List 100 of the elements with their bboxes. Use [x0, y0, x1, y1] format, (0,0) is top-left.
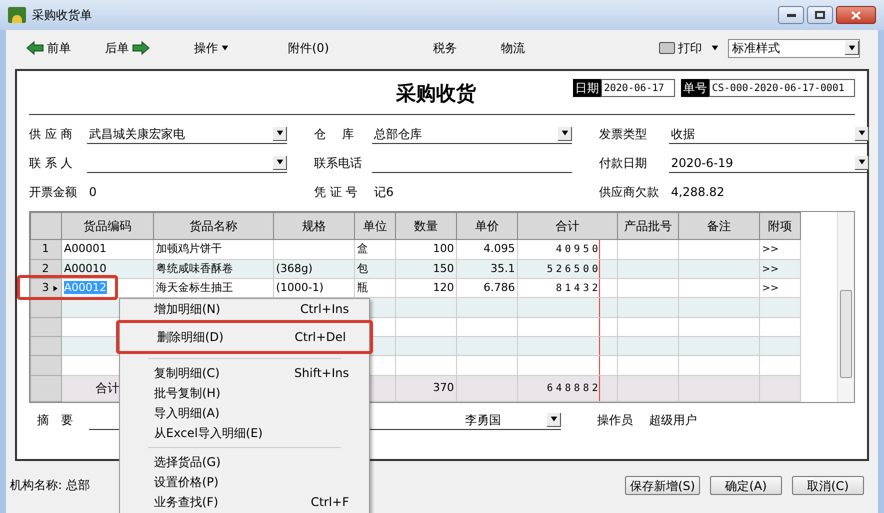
table-cell: 粤统咸味香酥卷 — [156, 262, 233, 275]
toolbar-button[interactable]: 前单 — [24, 36, 73, 60]
field-label: 供 应 商 — [29, 126, 74, 143]
caret-icon — [221, 44, 229, 52]
menu-item[interactable]: 复制明细(C) Shift+Ins — [120, 363, 369, 383]
table-cell-text: 81432 — [556, 282, 602, 294]
row-header[interactable]: 3 — [30, 278, 62, 298]
dropdown-button[interactable] — [273, 126, 287, 140]
dropdown-button[interactable] — [855, 126, 869, 140]
dropdown-arrow-icon — [848, 44, 856, 52]
table-cell: 35.1 — [490, 262, 515, 275]
combo-value: 2020-6-19 — [670, 154, 734, 172]
table-cell: 4.095 — [484, 242, 515, 256]
dropdown-button[interactable] — [845, 41, 859, 55]
window-title: 采购收货单 — [32, 7, 92, 24]
combo-value: 武昌城关康宏家电 — [88, 126, 186, 142]
toolbar-button[interactable]: 后单 — [103, 36, 152, 60]
field-label: 日期 — [573, 79, 601, 97]
maximize-button[interactable] — [807, 6, 833, 24]
table-cell: A00010 — [64, 262, 107, 275]
dropdown-arrow-icon — [858, 158, 866, 166]
column-header: 货品名称 — [154, 212, 274, 240]
field-label: 联系电话 — [314, 155, 363, 172]
menu-item[interactable]: 选择货品(G) — [120, 452, 369, 472]
toolbar-button[interactable]: 物流 — [499, 36, 527, 60]
table-cell: 6.786 — [484, 280, 515, 294]
dropdown-arrow-icon — [550, 415, 558, 423]
dropdown-button[interactable] — [558, 126, 572, 140]
scrollbar[interactable] — [837, 212, 854, 402]
dropdown-value: 标准样式 — [732, 40, 781, 57]
field-label: 凭 证 号 — [314, 184, 359, 201]
total-quantity: 370 — [433, 381, 454, 394]
menu-item[interactable]: 业务查找(F) Ctrl+F — [120, 492, 369, 512]
maximize-icon — [815, 11, 825, 19]
combo-field[interactable]: 武昌城关康宏家电 — [87, 124, 287, 144]
close-icon — [851, 10, 861, 20]
combo-value: 李勇国 — [464, 412, 502, 428]
field-label: 付款日期 — [599, 155, 648, 172]
field-label: 供应商欠款 — [599, 184, 660, 201]
form-title: 采购收货 — [396, 80, 476, 106]
table-cell: (368g) — [276, 262, 313, 275]
combo-field[interactable]: 收据 — [669, 124, 869, 144]
row-header[interactable]: 1 — [30, 240, 62, 260]
field-label: 发票类型 — [599, 126, 648, 143]
close-button[interactable] — [836, 6, 876, 24]
dialog-button[interactable]: 确定(A) — [710, 476, 782, 494]
organization-label: 机构名称: 总部 — [10, 477, 90, 494]
table-cell: 150 — [433, 262, 454, 275]
print-menu-button[interactable] — [710, 43, 720, 53]
dialog-button[interactable]: 保存新增(S) — [625, 476, 700, 494]
total-amount: 648882 — [546, 383, 602, 394]
print-button[interactable]: 打印 — [659, 36, 702, 60]
style-dropdown[interactable]: 标准样式 — [728, 38, 860, 58]
dropdown-button[interactable] — [273, 156, 287, 170]
field-label: 仓 库 — [314, 126, 355, 143]
field-value: 0 — [88, 184, 98, 201]
table-cell: 瓶 — [357, 280, 368, 294]
field-value: 记6 — [373, 184, 395, 201]
dialog-button[interactable]: 取消(C) — [792, 476, 864, 494]
table-cell-text: 40950 — [556, 244, 602, 256]
menu-item[interactable]: 设置价格(P) — [120, 472, 369, 492]
dropdown-arrow-icon — [858, 129, 866, 137]
app-icon — [8, 7, 26, 23]
table-cell: 100 — [433, 242, 454, 256]
dropdown-arrow-icon — [560, 129, 568, 137]
minimize-button[interactable] — [778, 6, 804, 24]
combo-value: 收据 — [670, 126, 696, 142]
left-arrow-icon — [26, 41, 44, 55]
field-value: 超级用户 — [649, 412, 697, 429]
field-value: 4,288.82 — [670, 184, 726, 201]
field-value: CS-000-2020-06-17-0001 — [709, 79, 855, 97]
combo-field[interactable]: 2020-6-19 — [669, 153, 869, 173]
menu-item[interactable]: 删除明细(D) Ctrl+Del — [123, 327, 366, 347]
combo-field[interactable]: 总部仓库 — [372, 124, 572, 144]
table-cell: 盒 — [357, 242, 368, 256]
dropdown-arrow-icon — [276, 129, 284, 137]
table-cell-text: 526500 — [546, 264, 602, 275]
dropdown-arrow-icon — [276, 158, 284, 166]
right-arrow-icon — [132, 41, 150, 55]
toolbar-button[interactable]: 税务 — [431, 36, 459, 60]
dropdown-button[interactable] — [547, 412, 561, 426]
field-value: 2020-06-17 — [601, 79, 675, 97]
menu-item[interactable]: 批号复制(H) — [120, 383, 369, 403]
toolbar-button[interactable]: 附件(0) — [286, 36, 331, 60]
table-cell: (1000-1) — [276, 280, 324, 294]
combo-field[interactable] — [87, 153, 287, 173]
field-label: 开票金额 — [29, 184, 78, 201]
table-cell: 包 — [357, 262, 368, 275]
table-cell: 加顿鸡片饼干 — [156, 242, 222, 256]
minimize-icon — [786, 14, 796, 16]
table-cell: 海天金标生抽王 — [156, 280, 233, 294]
dropdown-button[interactable] — [855, 156, 869, 170]
table-cell: 120 — [433, 280, 454, 294]
field-label: 操作员 — [597, 412, 633, 429]
total-label: 合计 — [96, 381, 120, 396]
caret-icon — [711, 44, 719, 52]
toolbar-button[interactable]: 操作 — [192, 36, 231, 60]
combo-value: 总部仓库 — [373, 126, 423, 142]
table-cell: A00001 — [64, 242, 107, 256]
field-label: 摘 要 — [36, 412, 74, 429]
